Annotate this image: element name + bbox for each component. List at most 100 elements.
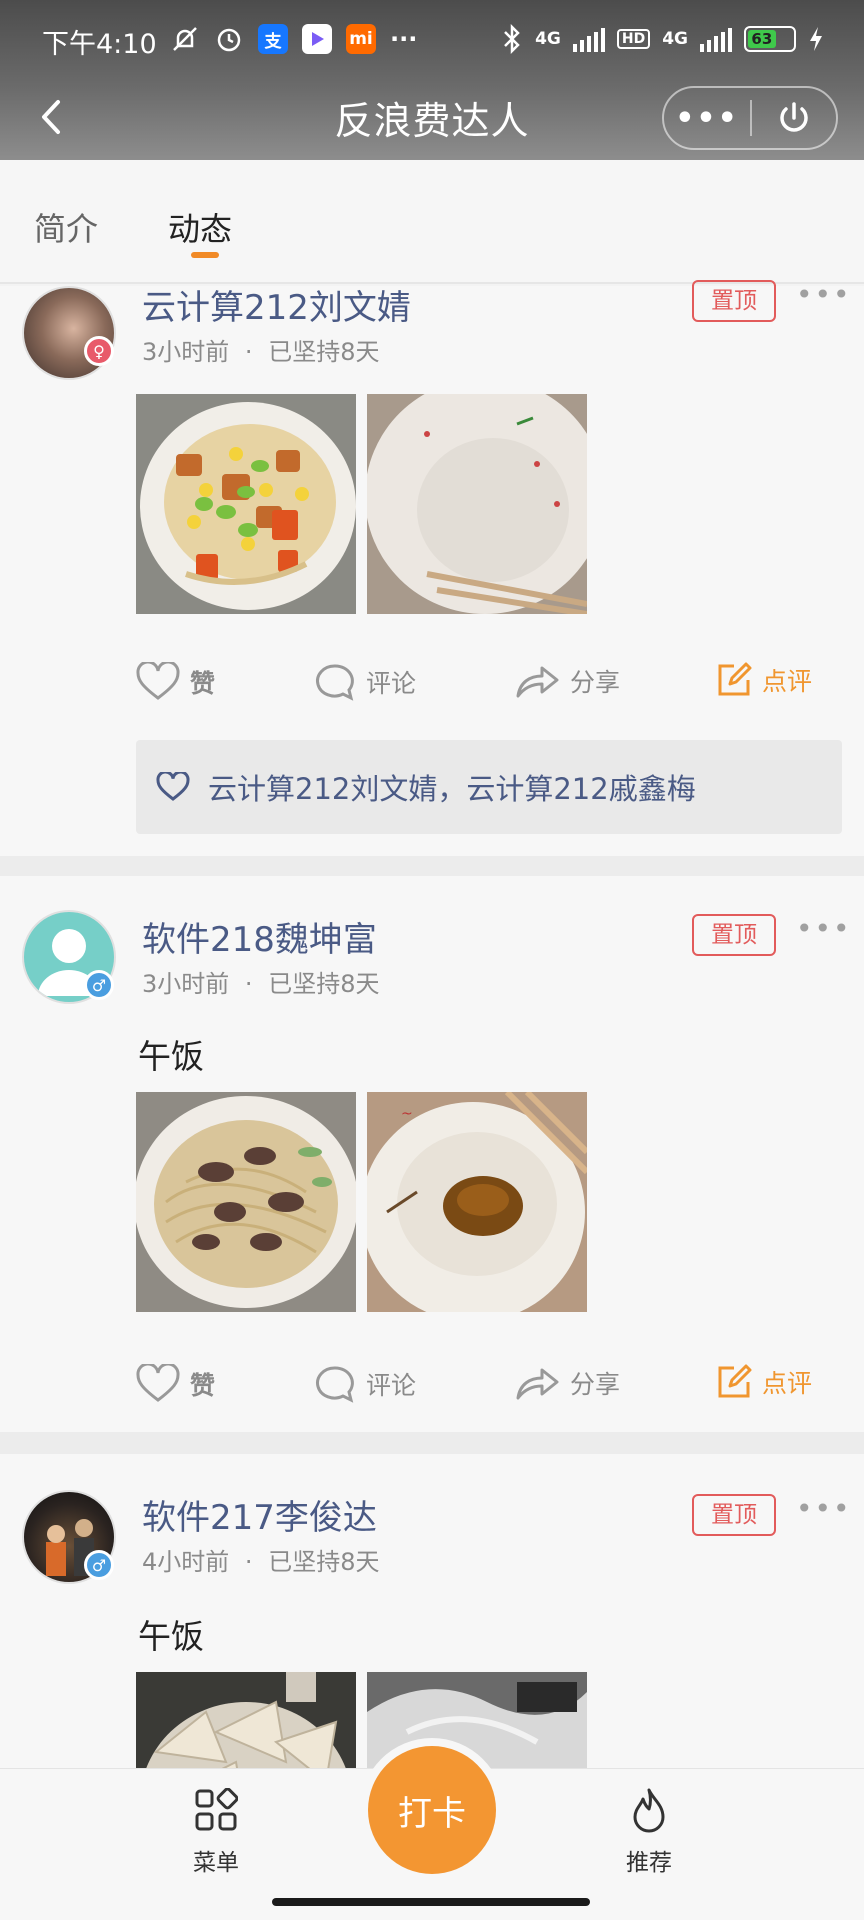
- post-meta: 3小时前 · 已坚持8天: [142, 332, 379, 367]
- more-dots-icon: ···: [390, 25, 418, 53]
- share-button[interactable]: 分享: [514, 662, 620, 700]
- post-streak: 已坚持8天: [268, 338, 380, 366]
- close-button[interactable]: [752, 98, 836, 138]
- photo-noodle-sheets: [136, 1672, 356, 1768]
- like-label: 赞: [190, 1371, 216, 1400]
- post-author[interactable]: 软件217李俊达: [142, 1490, 377, 1539]
- network-4g-label-2: 4G: [662, 29, 688, 49]
- photo-empty-bowl: [367, 394, 587, 614]
- battery-level: 63: [748, 30, 776, 48]
- mute-bell-icon: [173, 27, 197, 51]
- share-button[interactable]: 分享: [514, 1364, 620, 1402]
- comment-label: 评论: [366, 669, 417, 698]
- male-badge-icon: ♂: [84, 970, 114, 1000]
- pinned-badge: 置顶: [692, 914, 776, 956]
- share-label: 分享: [570, 668, 621, 697]
- post-card: ♂ 软件218魏坤富 3小时前 · 已坚持8天 置顶 ••• 午饭 ~ 赞 评论…: [0, 876, 864, 1432]
- edit-icon: [718, 662, 752, 696]
- photo-noodles-chicken: [136, 394, 356, 614]
- signal-icon: [700, 26, 732, 52]
- hd-label: HD: [616, 29, 651, 49]
- comment-label: 评论: [366, 1371, 417, 1400]
- tab-active-indicator: [191, 252, 219, 258]
- post-more-button[interactable]: •••: [796, 912, 852, 945]
- post-photo[interactable]: [136, 394, 356, 614]
- flame-icon: [633, 1788, 665, 1833]
- post-streak: 已坚持8天: [268, 1548, 380, 1576]
- meta-separator: ·: [244, 1548, 253, 1576]
- review-label: 点评: [762, 1369, 813, 1398]
- post-photo[interactable]: [136, 1672, 356, 1768]
- nav-recommend[interactable]: 推荐: [589, 1785, 709, 1877]
- post-time: 3小时前: [142, 970, 230, 998]
- tab-intro[interactable]: 简介: [34, 204, 98, 250]
- pinned-badge: 置顶: [692, 1494, 776, 1536]
- mini-program-capsule: •••: [662, 86, 838, 150]
- like-label: 赞: [190, 669, 216, 698]
- post-author[interactable]: 云计算212刘文婧: [142, 280, 411, 329]
- post-divider: [0, 1432, 864, 1454]
- post-more-button[interactable]: •••: [796, 278, 852, 311]
- review-label: 点评: [762, 667, 813, 696]
- post-card: ♀ 云计算212刘文婧 3小时前 · 已坚持8天 置顶 ••• 赞 评论 分享 …: [0, 278, 864, 856]
- comment-button[interactable]: 评论: [314, 662, 416, 702]
- post-actions: 赞 评论 分享 点评: [0, 654, 864, 714]
- comment-button[interactable]: 评论: [314, 1364, 416, 1404]
- status-time: 下午4:10: [42, 29, 157, 60]
- like-button[interactable]: 赞: [136, 1364, 215, 1404]
- share-icon: [516, 1368, 559, 1400]
- edit-icon: [718, 1364, 752, 1398]
- home-indicator[interactable]: [272, 1898, 590, 1906]
- checkin-button[interactable]: 打卡: [368, 1746, 496, 1874]
- share-icon: [516, 666, 559, 698]
- post-actions: 赞 评论 分享 点评: [0, 1356, 864, 1416]
- post-photo[interactable]: [367, 394, 587, 614]
- photo-sauce-bowl: ~: [367, 1092, 587, 1312]
- svg-text:~: ~: [401, 1106, 413, 1122]
- post-divider: [0, 856, 864, 876]
- bluetooth-icon: [504, 24, 520, 54]
- post-photo[interactable]: ~: [367, 1092, 587, 1312]
- likes-list: 云计算212刘文婧，云计算212戚鑫梅: [136, 740, 842, 834]
- menu-grid-icon: [195, 1788, 238, 1831]
- post-time: 4小时前: [142, 1548, 230, 1576]
- review-button[interactable]: 点评: [716, 1364, 812, 1400]
- alarm-icon: [217, 28, 241, 52]
- charging-icon: [810, 27, 822, 51]
- post-meta: 4小时前 · 已坚持8天: [142, 1542, 379, 1577]
- heart-icon: [136, 1364, 180, 1402]
- status-bar: 下午4:10 支 mi ··· 4G HD 4G 63: [0, 18, 864, 62]
- nav-menu-label: 菜单: [193, 1850, 239, 1876]
- post-text: 午饭: [138, 1617, 204, 1656]
- avatar[interactable]: [22, 286, 116, 380]
- battery-icon: 63: [744, 26, 796, 52]
- likes-names[interactable]: 云计算212刘文婧，云计算212戚鑫梅: [208, 766, 696, 808]
- share-label: 分享: [570, 1370, 621, 1399]
- power-icon: [780, 102, 808, 132]
- post-author[interactable]: 软件218魏坤富: [142, 912, 377, 961]
- video-app-icon: [302, 24, 332, 54]
- comment-icon: [316, 1366, 354, 1403]
- signal-icon: [572, 26, 605, 52]
- tab-activity[interactable]: 动态: [168, 204, 232, 250]
- review-button[interactable]: 点评: [716, 662, 812, 698]
- heart-icon: [156, 772, 190, 801]
- more-button[interactable]: •••: [664, 101, 750, 136]
- network-4g-label: 4G: [535, 29, 561, 49]
- female-badge-icon: ♀: [84, 336, 114, 366]
- meta-separator: ·: [244, 338, 253, 366]
- post-more-button[interactable]: •••: [796, 1492, 852, 1525]
- like-button[interactable]: 赞: [136, 662, 215, 702]
- nav-menu[interactable]: 菜单: [156, 1785, 276, 1877]
- nav-recommend-label: 推荐: [626, 1850, 672, 1876]
- nav-bar: 反浪费达人 •••: [0, 80, 864, 154]
- post-text: 午饭: [138, 1037, 204, 1076]
- post-photo[interactable]: [136, 1092, 356, 1312]
- male-badge-icon: ♂: [84, 1550, 114, 1580]
- alipay-icon: 支: [258, 24, 288, 54]
- meta-separator: ·: [244, 970, 253, 998]
- heart-icon: [136, 662, 180, 700]
- pinned-badge: 置顶: [692, 280, 776, 322]
- photo-noodles-beef: [136, 1092, 356, 1312]
- comment-icon: [316, 664, 354, 701]
